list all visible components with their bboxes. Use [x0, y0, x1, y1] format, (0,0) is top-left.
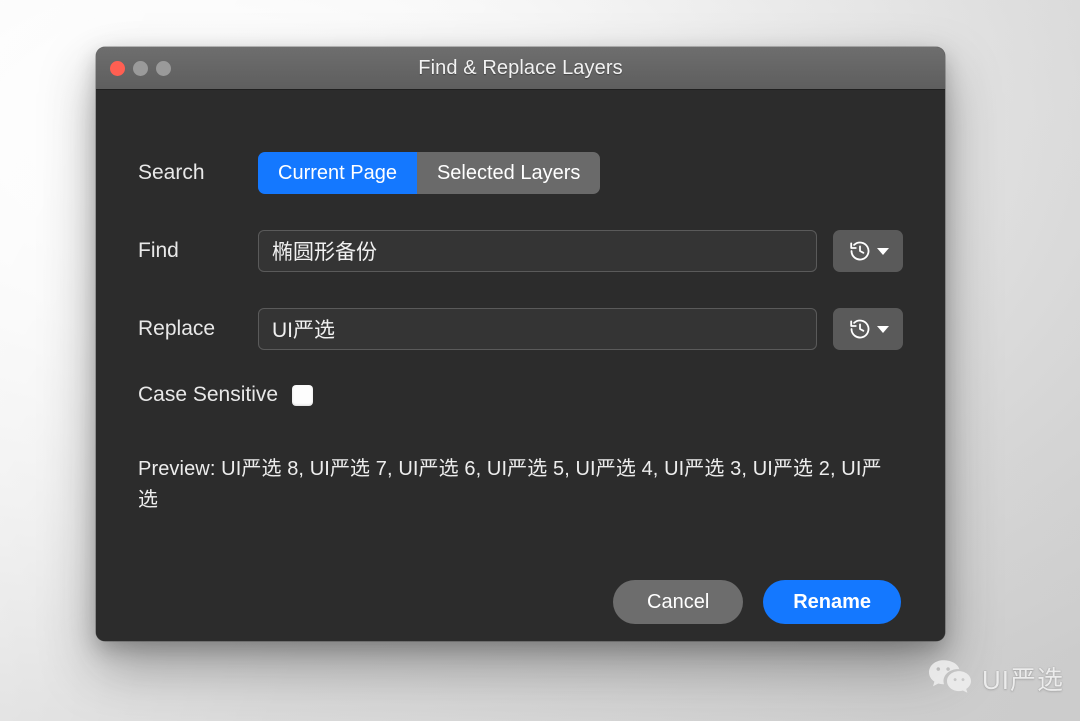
- search-label: Search: [138, 161, 205, 184]
- maximize-button[interactable]: [156, 60, 171, 76]
- segment-selected-layers[interactable]: Selected Layers: [416, 152, 601, 194]
- chevron-down-icon: [876, 247, 889, 255]
- replace-history-button[interactable]: [833, 308, 903, 350]
- find-label: Find: [138, 239, 179, 262]
- window-controls: [110, 47, 171, 89]
- replace-label: Replace: [138, 317, 216, 340]
- minimize-button[interactable]: [133, 60, 148, 76]
- find-input[interactable]: 椭圆形备份: [258, 230, 817, 272]
- case-sensitive-checkbox[interactable]: [292, 384, 314, 406]
- search-row: Search Current Page Selected Layers: [138, 152, 903, 194]
- rename-button[interactable]: Rename: [763, 580, 901, 624]
- watermark: UI严选: [927, 658, 1064, 699]
- case-sensitive-label: Case Sensitive: [138, 383, 279, 406]
- dialog-footer: Cancel Rename: [613, 580, 901, 624]
- case-sensitive-row: Case Sensitive: [138, 383, 903, 407]
- history-clock-icon: [848, 317, 872, 341]
- chevron-down-icon: [876, 325, 889, 333]
- watermark-text: UI严选: [981, 665, 1064, 695]
- find-replace-dialog: Find & Replace Layers Search Current Pag…: [96, 47, 945, 641]
- find-history-button[interactable]: [833, 230, 903, 272]
- dialog-body: Search Current Page Selected Layers Find…: [96, 90, 945, 641]
- dialog-titlebar[interactable]: Find & Replace Layers: [96, 47, 945, 90]
- preview-text: Preview: UI严选 8, UI严选 7, UI严选 6, UI严选 5,…: [138, 458, 882, 511]
- close-button[interactable]: [110, 60, 125, 76]
- wechat-icon: [927, 658, 973, 699]
- history-clock-icon: [848, 239, 872, 263]
- cancel-button[interactable]: Cancel: [613, 580, 744, 624]
- replace-row: Replace UI严选: [138, 308, 903, 350]
- window-title: Find & Replace Layers: [418, 56, 623, 79]
- find-row: Find 椭圆形备份: [138, 230, 903, 272]
- replace-input[interactable]: UI严选: [258, 308, 817, 350]
- segment-current-page[interactable]: Current Page: [258, 152, 417, 194]
- search-scope-segmented-control[interactable]: Current Page Selected Layers: [258, 152, 601, 194]
